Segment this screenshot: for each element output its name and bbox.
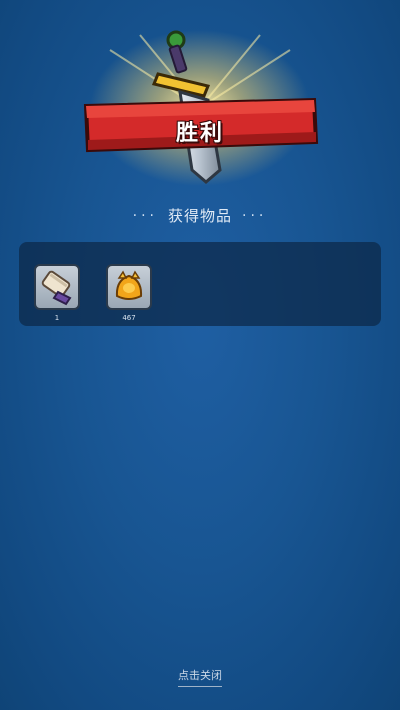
reward-item-gold-helmet[interactable]: 467 — [105, 264, 153, 322]
victory-title: 胜利 — [175, 121, 224, 146]
reward-count: 1 — [54, 314, 60, 322]
header-dots-left: ··· — [132, 207, 158, 224]
reward-item-scroll[interactable]: 1 — [33, 264, 81, 322]
tap-to-close-button[interactable]: 点击关闭 — [178, 667, 222, 687]
rewards-panel: 1 467 — [19, 242, 381, 326]
rewards-header: ··· 获得物品 ··· — [0, 205, 400, 226]
rewards-heading: 获得物品 — [167, 207, 232, 225]
victory-emblem — [80, 30, 320, 190]
gold-helmet-icon — [106, 264, 152, 310]
scroll-icon — [34, 264, 80, 310]
header-dots-right: ··· — [242, 207, 268, 224]
close-hint: 点击关闭 — [0, 664, 400, 687]
reward-count: 467 — [122, 314, 136, 322]
sword-banner-icon — [83, 30, 319, 186]
